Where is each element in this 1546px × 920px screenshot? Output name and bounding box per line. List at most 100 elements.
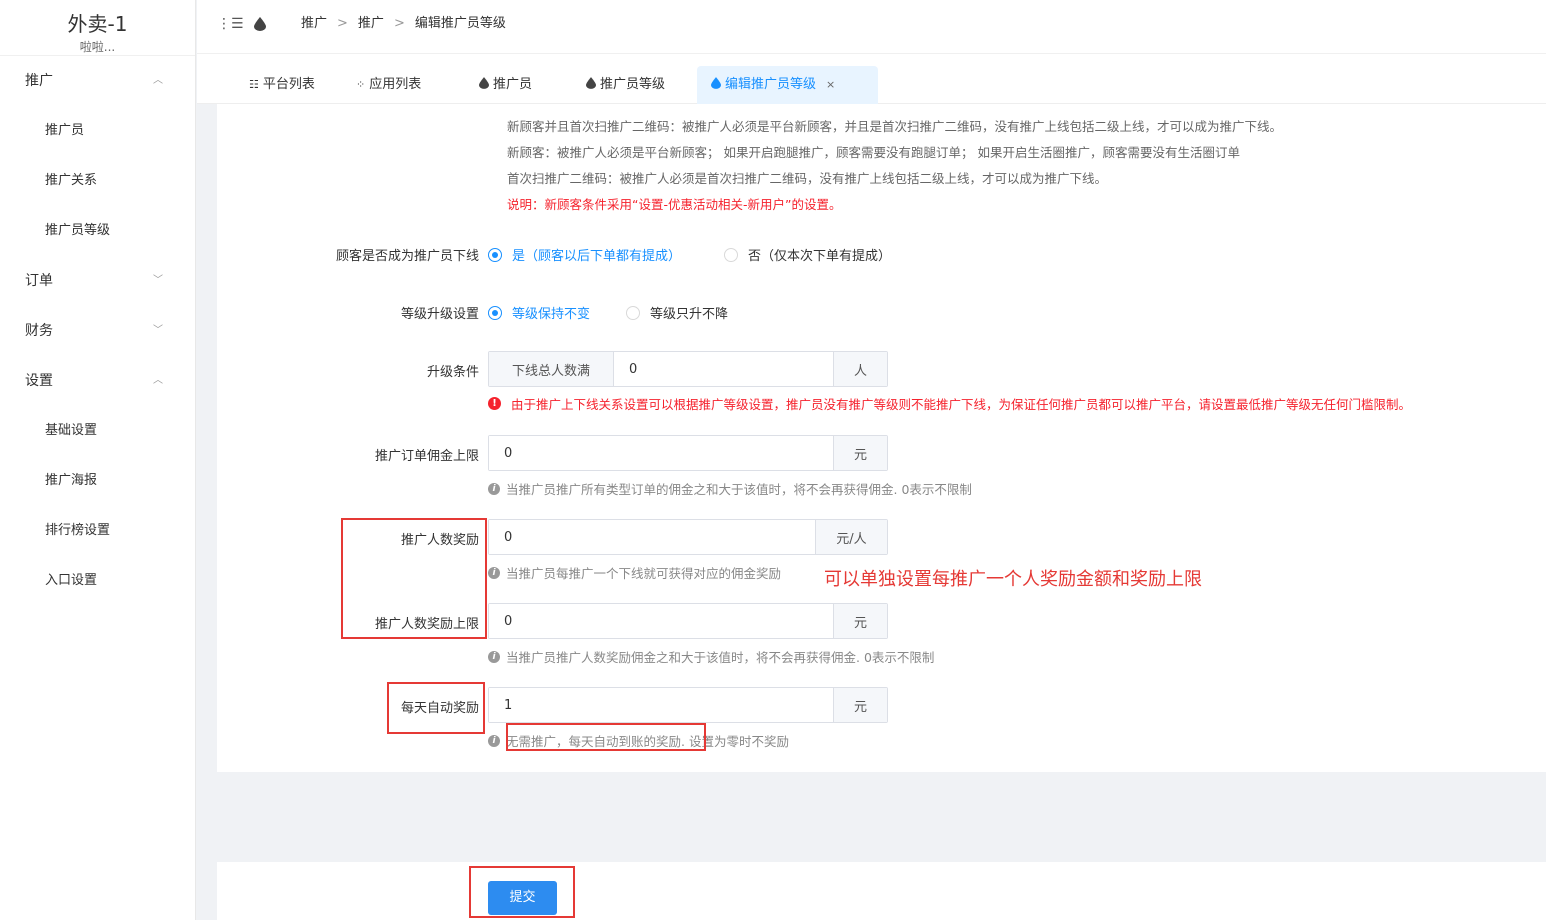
note-new-customer: 新顾客：被推广人必须是平台新顾客； 如果开启跑腿推广，顾客需要没有跑腿订单； 如… [507,145,1240,160]
radio-label: 等级保持不变 [512,307,591,322]
note-new-customer-scan: 新顾客并且首次扫推广二维码：被推广人必须是平台新顾客，并且是首次扫推广二维码，没… [507,119,1283,134]
chevron-down-icon: ﹀ [153,325,163,336]
input-suffix: 元 [833,688,887,722]
info-icon: i [488,650,500,663]
input-suffix: 人 [833,352,887,386]
app-title: 外卖-1 [67,12,128,36]
tab-label: 应用列表 [369,77,422,92]
input-suffix: 元 [833,436,887,470]
tab-edit-level[interactable]: 编辑推广员等级 × [697,66,878,104]
brand: 外卖-1 啦啦... [0,0,195,56]
menu-group-promotion[interactable]: 推广 ︿ [0,56,195,106]
menu-group-finance[interactable]: 财务 ﹀ [0,306,195,356]
apps-icon: ⁘ [356,78,366,91]
upgrade-setting-label: 等级升级设置 [400,307,479,322]
radio-dot [488,305,502,320]
note-explanation: 说明：新顾客条件采用“设置-优惠活动相关-新用户”的设置。 [507,197,842,212]
commission-cap-input[interactable]: 0 [489,436,833,470]
sidebar-item-entry[interactable]: 入口设置 [0,556,195,606]
daily-reward-group: 1 元 [488,687,888,723]
per-person-cap-help: i 当推广员推广人数奖励佣金之和大于该值时，将不会再获得佣金. 0表示不限制 [488,647,934,666]
upgrade-warning: ! 由于推广上下线关系设置可以根据推广等级设置，推广员没有推广等级则不能推广下线，… [488,394,1411,413]
tab-promoter-levels[interactable]: 推广员等级 [572,66,679,104]
chevron-down-icon: ﹀ [153,275,163,286]
annotation-box [387,682,485,734]
app-subtitle: 啦啦... [79,40,116,54]
top-bar: ⋮☰ 推广 > 推广 > 编辑推广员等级 [197,0,1546,54]
radio-dot [724,247,738,262]
commission-cap-help: i 当推广员推广所有类型订单的佣金之和大于该值时，将不会再获得佣金. 0表示不限制 [488,479,972,498]
sidebar-item-promoters[interactable]: 推广员 [0,106,195,156]
annotation-box [506,723,706,751]
commission-cap-group: 0 元 [488,435,888,471]
per-person-reward-group: 0 元/人 [488,519,888,555]
downline-label: 顾客是否成为推广员下线 [335,249,479,264]
tab-bar: ☷ 平台列表 ⁘ 应用列表 推广员 推广员等级 编辑推广员等级 × [197,54,1546,104]
sidebar: 外卖-1 啦啦... 推广 ︿ 推广员 推广关系 推广员等级 订单 ﹀ 财务 ﹀ 设置… [0,0,196,920]
warning-text: 由于推广上下线关系设置可以根据推广等级设置，推广员没有推广等级则不能推广下线，为… [511,397,1412,412]
breadcrumb-separator: > [337,16,348,31]
drop-icon [586,77,596,89]
collapse-menu-icon[interactable]: ⋮☰ [217,16,244,32]
sidebar-item-relations[interactable]: 推广关系 [0,156,195,206]
sidebar-item-ranking[interactable]: 排行榜设置 [0,506,195,556]
per-person-cap-input[interactable]: 0 [489,604,833,638]
menu-group-label: 推广 [25,73,53,89]
drop-icon [479,77,489,89]
help-text: 当推广员推广所有类型订单的佣金之和大于该值时，将不会再获得佣金. 0表示不限制 [506,482,972,497]
sidebar-item-basic-settings[interactable]: 基础设置 [0,406,195,456]
per-person-cap-group: 0 元 [488,603,888,639]
note-first-scan: 首次扫推广二维码：被推广人必须是首次扫推广二维码，没有推广上线包括二级上线，才可… [507,171,1108,186]
chevron-up-icon: ︿ [153,75,163,86]
radio-label: 否（仅本次下单有提成） [748,249,892,264]
breadcrumb-separator: > [393,16,405,31]
list-icon: ☷ [249,78,259,91]
menu-group-label: 设置 [25,373,53,389]
upgrade-condition-input[interactable]: 0 [614,352,833,386]
menu-group-orders[interactable]: 订单 ﹀ [0,256,195,306]
per-person-reward-input[interactable]: 0 [489,520,815,554]
downline-no-radio[interactable]: 否（仅本次下单有提成） [724,245,891,264]
info-icon: i [488,482,500,495]
help-text: 当推广员推广人数奖励佣金之和大于该值时，将不会再获得佣金. 0表示不限制 [506,650,935,665]
tab-label: 平台列表 [262,77,315,92]
input-suffix: 元 [833,604,887,638]
sidebar-item-poster[interactable]: 推广海报 [0,456,195,506]
chevron-up-icon: ︿ [153,375,163,386]
tab-label: 推广员 [493,77,533,92]
form-footer: 提交 [217,862,1546,920]
close-icon[interactable]: × [826,78,835,91]
drop-icon [711,77,721,89]
upgrade-condition-group: 下线总人数满 0 人 [488,351,888,387]
commission-cap-label: 推广订单佣金上限 [374,449,479,464]
tab-platform-list[interactable]: ☷ 平台列表 [235,66,329,104]
daily-reward-input[interactable]: 1 [489,688,833,722]
downline-yes-radio[interactable]: 是（顾客以后下单都有提成） [488,245,681,264]
breadcrumb-item[interactable]: 推广 [301,16,327,31]
radio-dot [488,247,502,262]
radio-dot [626,305,640,320]
input-suffix: 元/人 [815,520,887,554]
annotation-box [469,866,575,918]
breadcrumb-current: 编辑推广员等级 [414,16,506,31]
error-icon: ! [488,397,501,410]
breadcrumb-item[interactable]: 推广 [358,16,384,31]
tab-label: 编辑推广员等级 [725,77,817,92]
menu-group-label: 订单 [25,273,53,289]
menu-group-settings[interactable]: 设置 ︿ [0,356,195,406]
radio-label: 是（顾客以后下单都有提成） [512,249,682,264]
upgrade-keep-radio[interactable]: 等级保持不变 [488,303,590,322]
drop-icon [254,17,266,31]
tab-label: 推广员等级 [600,77,666,92]
info-icon: i [488,566,500,579]
tab-app-list[interactable]: ⁘ 应用列表 [342,66,435,104]
annotation-text: 可以单独设置每推广一个人奖励金额和奖励上限 [824,569,1202,590]
radio-label: 等级只升不降 [650,307,729,322]
input-prefix: 下线总人数满 [489,352,614,386]
menu-group-label: 财务 [25,323,53,339]
info-icon: i [488,734,500,747]
sidebar-item-levels[interactable]: 推广员等级 [0,206,195,256]
help-text: 当推广员每推广一个下线就可获得对应的佣金奖励 [506,566,782,581]
upgrade-up-only-radio[interactable]: 等级只升不降 [626,303,728,322]
tab-promoters[interactable]: 推广员 [465,66,546,104]
